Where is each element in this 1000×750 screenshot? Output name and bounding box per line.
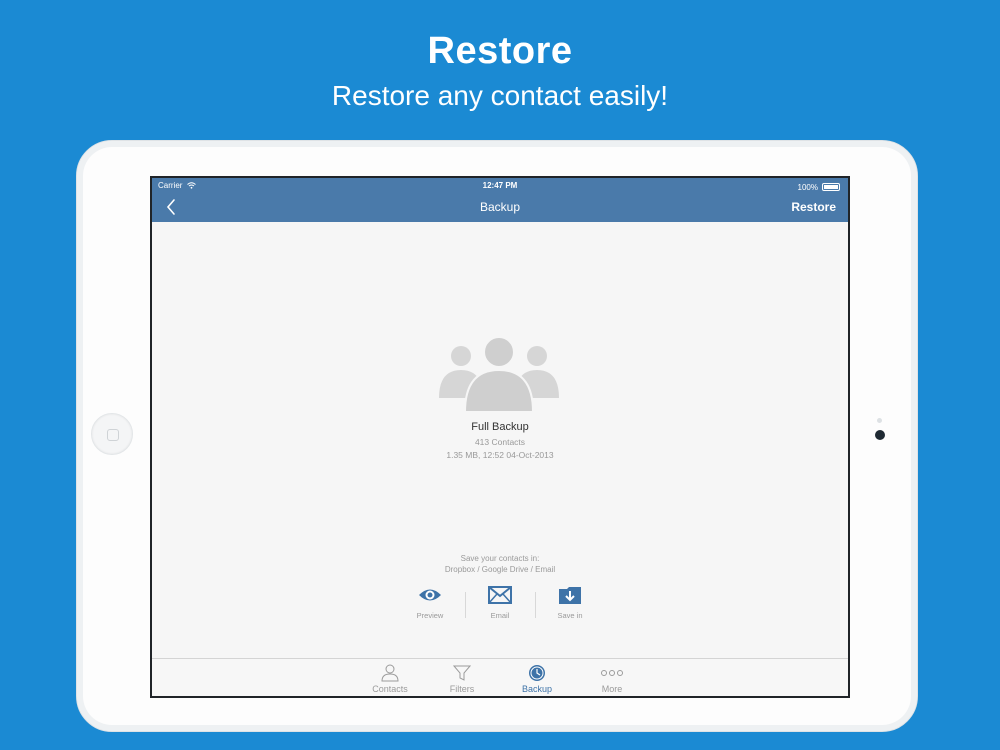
front-camera bbox=[875, 430, 885, 440]
person-icon bbox=[381, 664, 399, 682]
save-actions: Preview Email Save in bbox=[396, 584, 604, 620]
promo-subheadline: Restore any contact easily! bbox=[331, 80, 669, 111]
home-button[interactable] bbox=[91, 413, 133, 455]
tab-backup-label: Backup bbox=[521, 684, 553, 694]
email-button[interactable]: Email bbox=[466, 584, 534, 620]
status-battery: 100% bbox=[798, 181, 840, 193]
download-folder-icon bbox=[559, 587, 581, 604]
contacts-group-icon bbox=[439, 336, 559, 413]
tab-contacts-label: Contacts bbox=[372, 684, 408, 694]
tab-filters-label: Filters bbox=[449, 684, 475, 694]
tab-backup[interactable]: Backup bbox=[507, 659, 567, 696]
tab-bar: Contacts Filters Backup More bbox=[152, 658, 848, 696]
home-button-square-icon bbox=[107, 429, 119, 441]
backup-title: Full Backup bbox=[471, 421, 529, 433]
battery-icon bbox=[822, 183, 840, 191]
preview-label: Preview bbox=[416, 611, 444, 620]
nav-title: Backup bbox=[479, 200, 521, 214]
email-label: Email bbox=[490, 611, 510, 620]
save-hint: Save your contacts in: bbox=[460, 554, 540, 563]
envelope-icon bbox=[488, 586, 512, 604]
save-in-button[interactable]: Save in bbox=[536, 584, 604, 620]
tab-more[interactable]: More bbox=[582, 659, 642, 696]
restore-button[interactable]: Restore bbox=[791, 200, 836, 214]
sensor bbox=[877, 418, 882, 423]
save-in-label: Save in bbox=[557, 611, 583, 620]
clock-icon bbox=[529, 665, 545, 681]
status-time: 12:47 PM bbox=[482, 181, 518, 190]
tab-contacts[interactable]: Contacts bbox=[360, 659, 420, 696]
backup-size-date: 1.35 MB, 12:52 04-Oct-2013 bbox=[446, 450, 554, 460]
tab-more-label: More bbox=[601, 684, 623, 694]
tab-filters[interactable]: Filters bbox=[432, 659, 492, 696]
ellipsis-icon bbox=[601, 670, 623, 676]
promo-headline: Restore bbox=[427, 30, 573, 72]
preview-button[interactable]: Preview bbox=[396, 584, 464, 620]
funnel-icon bbox=[453, 665, 471, 681]
save-destinations: Dropbox / Google Drive / Email bbox=[444, 565, 556, 574]
battery-percent: 100% bbox=[797, 182, 818, 192]
eye-icon bbox=[419, 589, 441, 601]
backup-contact-count: 413 Contacts bbox=[474, 437, 526, 447]
navigation-bar: Carrier 12:47 PM 100% Backup Restore bbox=[152, 178, 848, 222]
app-screen: Carrier 12:47 PM 100% Backup Restore Ful… bbox=[150, 176, 850, 698]
